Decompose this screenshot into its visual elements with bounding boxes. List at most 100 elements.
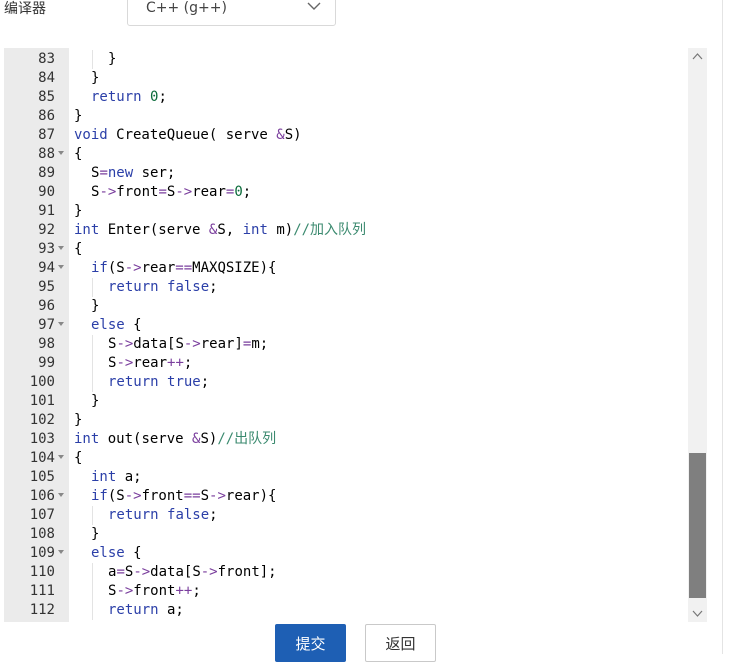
code-token: (S: [107, 488, 125, 504]
code-text: }: [91, 297, 99, 316]
code-token: data[S: [150, 564, 201, 580]
line-number: 105: [29, 469, 55, 485]
code-line: 110 a=S->data[S->front];: [4, 563, 708, 582]
line-number: 97: [38, 317, 55, 333]
code-token: ->: [133, 564, 151, 580]
code-text: S->data[S->rear]=m;: [108, 335, 268, 354]
code-token: int: [74, 431, 100, 447]
code-token: rear){: [225, 488, 277, 504]
code-token: else: [91, 317, 125, 333]
code-token: rear: [141, 260, 176, 276]
fold-arrow-icon[interactable]: [58, 322, 64, 326]
code-token: false: [167, 507, 210, 523]
code-token: return: [108, 279, 159, 295]
code-token: false: [167, 279, 210, 295]
scrollbar-thumb[interactable]: [689, 453, 706, 598]
code-line: 111 S->front++;: [4, 582, 708, 601]
code-token: ;: [200, 374, 210, 390]
code-token: {: [74, 241, 83, 257]
code-text: }: [108, 50, 116, 69]
indent-guide: [92, 354, 93, 373]
code-token: front: [133, 583, 176, 599]
code-token: ;: [192, 583, 201, 599]
code-token: //出队列: [217, 431, 277, 447]
code-text: else {: [91, 316, 142, 335]
scroll-down-button[interactable]: [688, 605, 707, 622]
code-text: S->front=S->rear=0;: [91, 183, 251, 202]
line-number: 99: [38, 355, 55, 371]
line-number: 94: [38, 260, 55, 276]
fold-arrow-icon[interactable]: [58, 151, 64, 155]
compiler-select[interactable]: C++ (g++): [127, 0, 336, 26]
code-token: new: [107, 165, 134, 181]
code-token: int: [242, 222, 268, 238]
code-token: return: [108, 507, 159, 523]
line-number: 96: [38, 298, 55, 314]
code-line: 113}: [4, 620, 708, 622]
code-line: 112 return a;: [4, 601, 708, 620]
code-token: return: [91, 89, 142, 105]
code-token: //加入队列: [293, 222, 367, 238]
fold-arrow-icon[interactable]: [58, 455, 64, 459]
editor-scrollbar[interactable]: [688, 48, 707, 622]
code-text: }: [91, 620, 99, 622]
code-token: (S: [107, 260, 125, 276]
fold-arrow-icon[interactable]: [58, 246, 64, 250]
code-token: S,: [217, 222, 243, 238]
code-token: ++: [175, 583, 193, 599]
code-token: a;: [158, 602, 184, 618]
code-text: S->rear++;: [108, 354, 192, 373]
code-line: 98 S->data[S->rear]=m;: [4, 335, 708, 354]
code-text: if(S->front==S->rear){: [91, 487, 276, 506]
code-token: 0: [234, 184, 243, 200]
code-editor[interactable]: 83} 84} 85 return 0; 86} 87 void CreateQueue( …: [4, 48, 708, 622]
code-token: m;: [251, 336, 269, 352]
code-token: S): [200, 431, 218, 447]
code-token: ->: [200, 564, 218, 580]
back-button[interactable]: 返回: [365, 624, 436, 662]
code-token: data[S: [133, 336, 184, 352]
code-line: 97 else {: [4, 316, 708, 335]
code-token: =: [99, 165, 108, 181]
indent-guide: [92, 563, 93, 582]
line-number: 111: [29, 583, 55, 599]
code-token: if: [91, 488, 108, 504]
code-token: int: [74, 222, 100, 238]
indent-guide: [92, 335, 93, 354]
code-token: return: [108, 374, 159, 390]
code-token: ->: [124, 260, 142, 276]
code-text: {: [74, 145, 82, 164]
code-token: rear: [133, 355, 168, 371]
line-number: 86: [38, 108, 55, 124]
code-token: =: [158, 184, 167, 200]
code-line: 108}: [4, 525, 708, 544]
code-token: ++: [167, 355, 184, 371]
code-text: }: [91, 69, 99, 88]
scroll-up-button[interactable]: [688, 48, 707, 65]
fold-arrow-icon[interactable]: [58, 493, 64, 497]
code-text: S->front++;: [108, 582, 201, 601]
compiler-selected-value: C++ (g++): [146, 0, 227, 16]
line-number: 102: [29, 412, 55, 428]
code-line: 90 S->front=S->rear=0;: [4, 183, 708, 202]
code-line: 94 if(S->rear==MAXQSIZE){: [4, 259, 708, 278]
code-token: {: [124, 317, 142, 333]
fold-arrow-icon[interactable]: [58, 265, 64, 269]
code-line: 89 S=new ser;: [4, 164, 708, 183]
line-number: 108: [29, 526, 55, 542]
code-token: {: [74, 146, 83, 162]
code-token: ;: [158, 89, 167, 105]
code-token: ;: [242, 184, 252, 200]
code-token: out(serve: [99, 431, 193, 447]
fold-arrow-icon[interactable]: [58, 550, 64, 554]
compiler-label: 编译器: [4, 1, 46, 17]
code-token: rear]: [200, 336, 243, 352]
code-text: {: [74, 449, 82, 468]
submit-button[interactable]: 提交: [275, 624, 346, 662]
line-number: 100: [29, 374, 55, 390]
code-text: return false;: [108, 506, 218, 525]
code-token: }: [91, 393, 100, 409]
code-line: 91}: [4, 202, 708, 221]
